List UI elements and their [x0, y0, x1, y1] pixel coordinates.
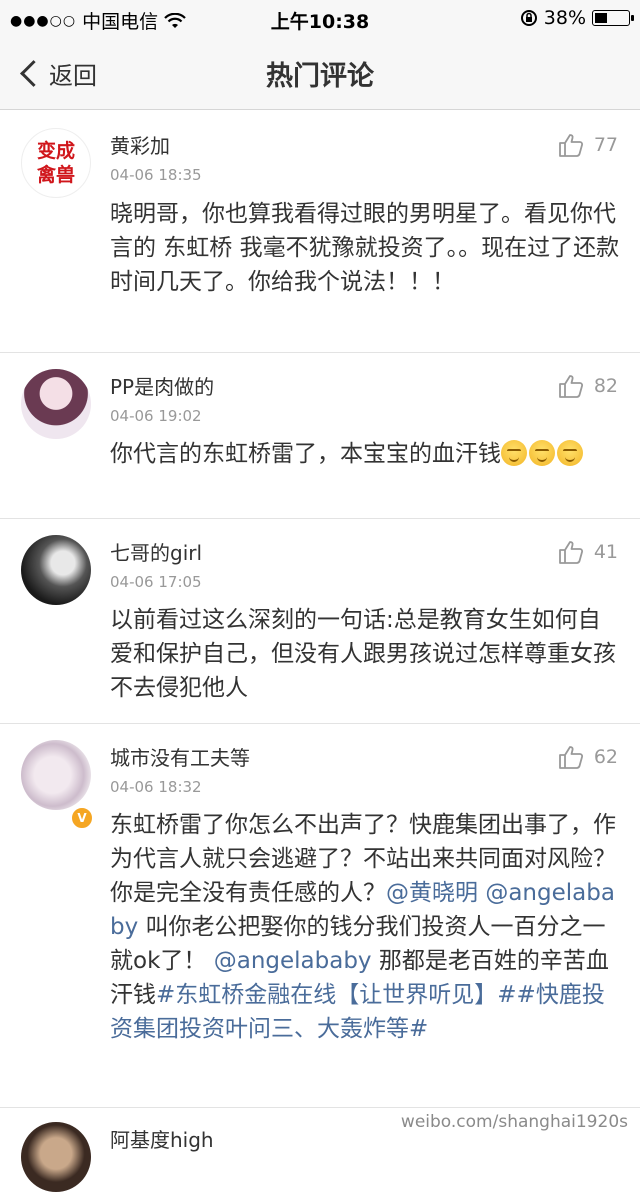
username[interactable]: 城市没有工夫等 — [110, 742, 250, 771]
page-title: 热门评论 — [266, 61, 374, 92]
comment-text: 你代言的东虹桥雷了，本宝宝的血汗钱 — [110, 441, 501, 467]
nav-bar: 返回 热门评论 — [0, 36, 640, 110]
thumbs-up-icon — [558, 746, 583, 769]
avatar[interactable] — [21, 535, 91, 605]
like-count: 82 — [593, 375, 618, 397]
thumbs-up-icon — [558, 134, 583, 157]
comment-item: 城市没有工夫等 04-06 18:32 62 东虹桥雷了你怎么不出声了？快鹿集团… — [0, 724, 640, 1108]
battery-percent: 38% — [543, 7, 586, 29]
like-button[interactable]: 41 — [558, 539, 618, 565]
timestamp: 04-06 18:32 — [110, 778, 202, 796]
timestamp: 04-06 17:05 — [110, 573, 202, 591]
timestamp: 04-06 19:02 — [110, 407, 202, 425]
comment-text: 以前看过这么深刻的一句话:总是教育女生如何自爱和保护自己，但没有人跟男孩说过怎样… — [110, 607, 616, 701]
like-count: 41 — [593, 541, 618, 563]
timestamp: 04-06 18:35 — [110, 166, 202, 184]
status-right: 38% — [520, 7, 634, 29]
like-button[interactable]: 62 — [558, 744, 618, 770]
mention-link[interactable]: @黄晓明 — [386, 880, 478, 906]
comment-text: 晓明哥，你也算我看得过眼的男明星了。看见你代言的 东虹桥 我毫不犹豫就投资了。。… — [110, 201, 620, 295]
comment-list: 变成禽兽 黄彩加 04-06 18:35 77 晓明哥，你也算我看得过眼的男明星… — [0, 110, 640, 1192]
rotation-lock-icon — [520, 10, 537, 26]
status-bar: ●●●○○ 中国电信 上午10:38 38% — [0, 0, 640, 36]
comment-body: 你代言的东虹桥雷了，本宝宝的血汗钱 — [110, 437, 620, 471]
thumbs-up-icon — [558, 375, 583, 398]
comment-item: PP是肉做的 04-06 19:02 82 你代言的东虹桥雷了，本宝宝的血汗钱 — [0, 353, 640, 519]
username[interactable]: 七哥的girl — [110, 537, 202, 566]
like-button[interactable]: 77 — [558, 132, 618, 158]
battery-icon — [592, 10, 634, 26]
username[interactable]: PP是肉做的 — [110, 371, 214, 400]
avatar-text: 变成禽兽 — [36, 140, 75, 186]
unamused-emoji-icon — [529, 440, 555, 466]
avatar[interactable] — [21, 369, 91, 439]
thumbs-up-icon — [558, 541, 583, 564]
like-count: 62 — [593, 746, 618, 768]
username[interactable]: 黄彩加 — [110, 130, 170, 159]
watermark: weibo.com/shanghai1920s — [396, 1112, 632, 1132]
hashtag-link[interactable]: #东虹桥金融在线【让世界听见】# — [156, 982, 517, 1008]
comment-body: 东虹桥雷了你怎么不出声了？快鹿集团出事了，作为代言人就只会逃避了？不站出来共同面… — [110, 808, 620, 1046]
battery-fill — [595, 13, 607, 23]
avatar[interactable] — [21, 1122, 91, 1192]
mention-link[interactable]: @angelababy — [214, 948, 372, 974]
comment-item: 变成禽兽 黄彩加 04-06 18:35 77 晓明哥，你也算我看得过眼的男明星… — [0, 110, 640, 353]
unamused-emoji-icon — [501, 440, 527, 466]
avatar[interactable] — [21, 740, 91, 810]
like-button[interactable]: 82 — [558, 373, 618, 399]
comment-item: 七哥的girl 04-06 17:05 41 以前看过这么深刻的一句话:总是教育… — [0, 519, 640, 724]
verified-badge-icon: V — [70, 806, 94, 830]
unamused-emoji-icon — [557, 440, 583, 466]
avatar[interactable]: 变成禽兽 — [21, 128, 91, 198]
username[interactable]: 阿基度high — [110, 1124, 214, 1153]
like-count: 77 — [593, 134, 618, 156]
